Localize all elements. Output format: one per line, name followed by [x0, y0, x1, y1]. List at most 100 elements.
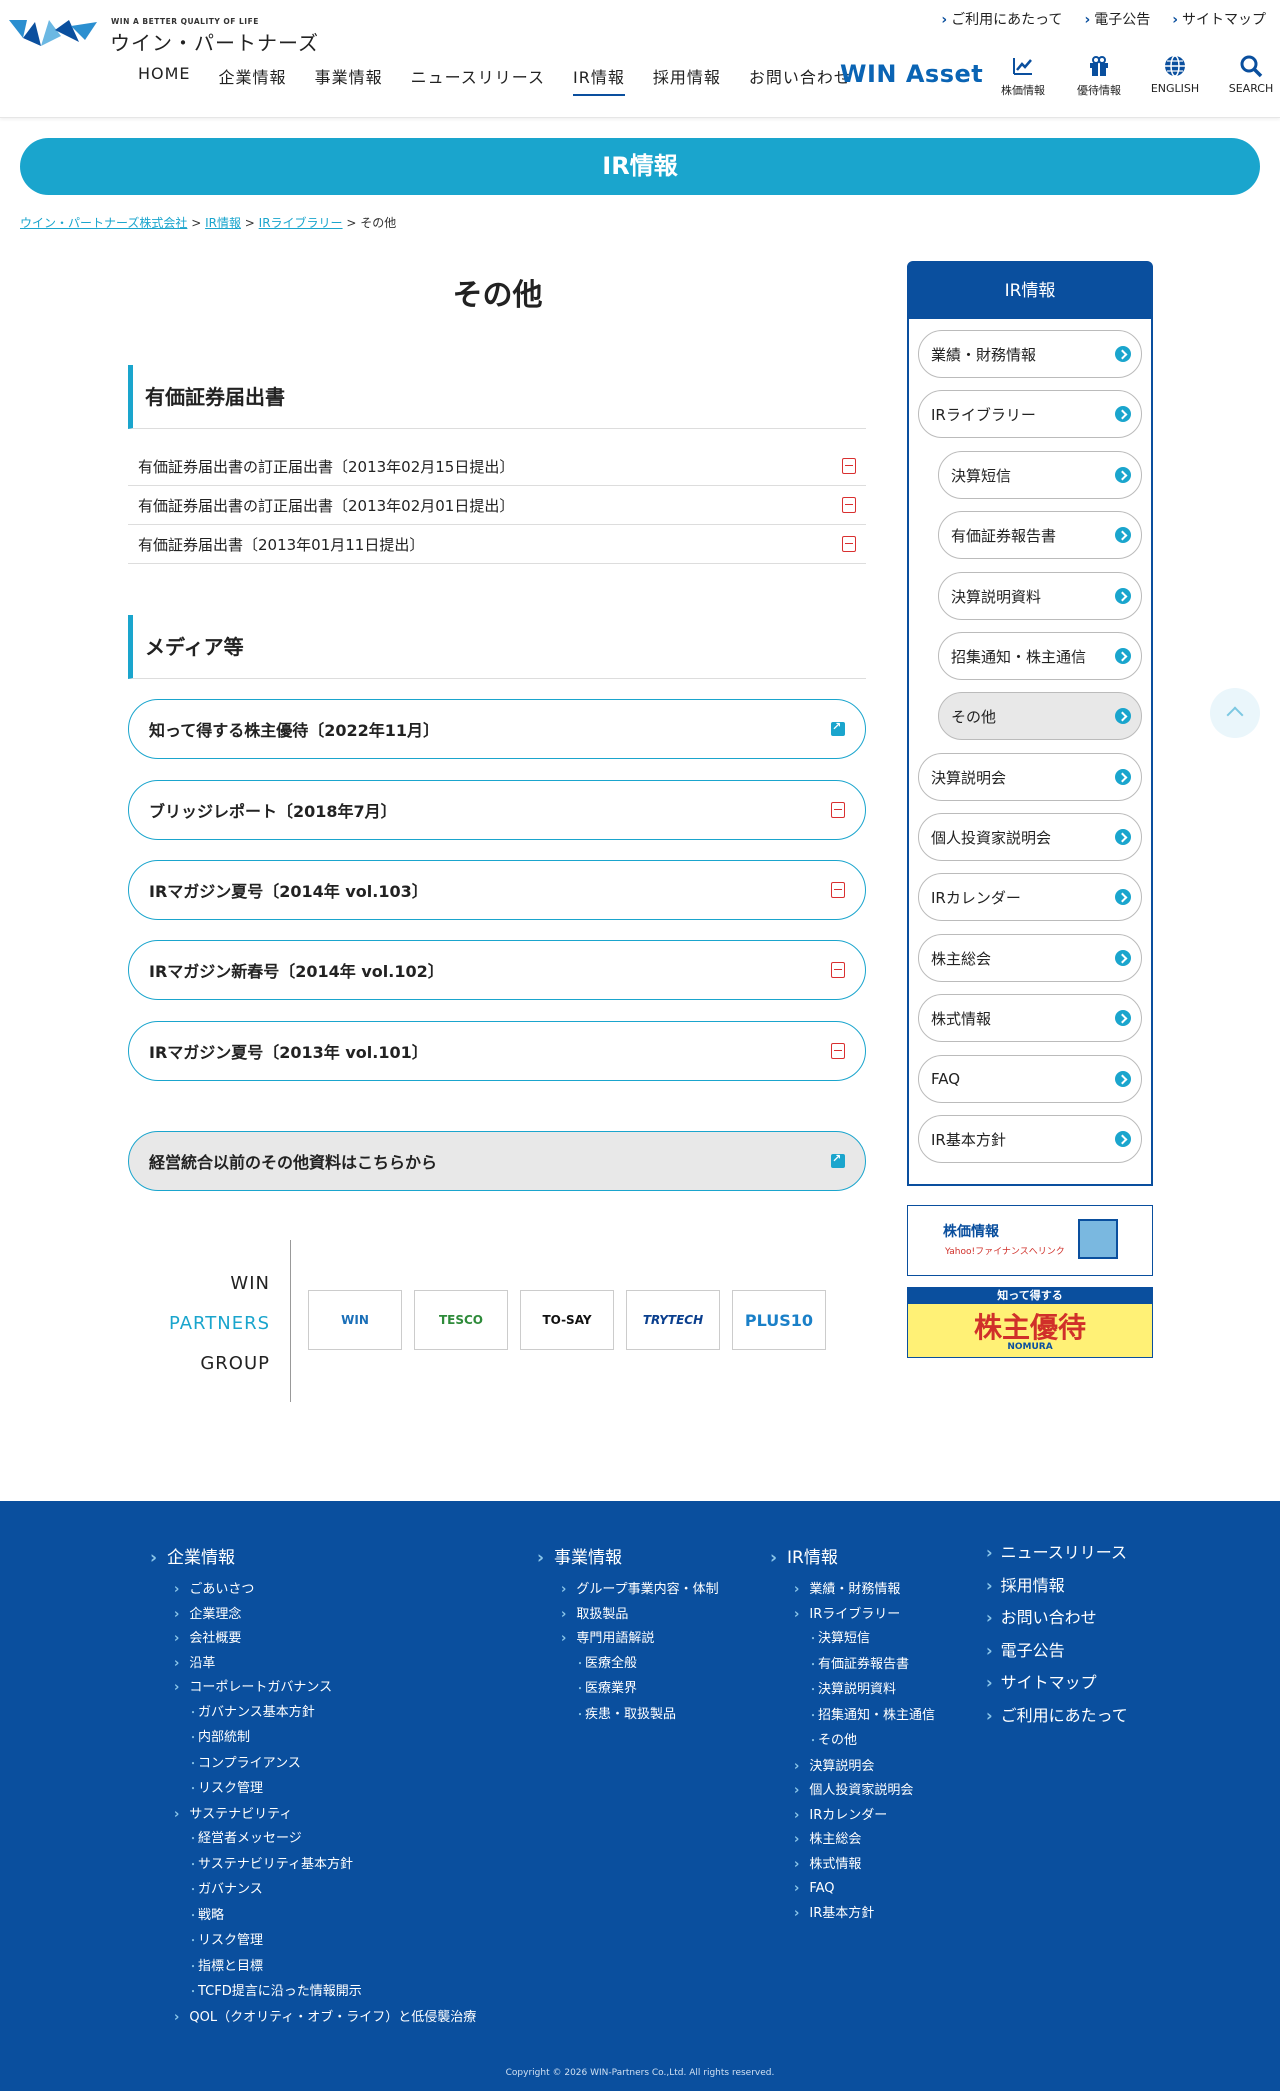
- archive-link[interactable]: 経営統合以前のその他資料はこちらから: [128, 1131, 866, 1191]
- footer-link[interactable]: 専門用語解説: [537, 1627, 719, 1652]
- footer-heading[interactable]: 事業情報: [537, 1543, 719, 1568]
- footer-link[interactable]: 沿革: [150, 1652, 476, 1677]
- sidebar-item-presentation[interactable]: 決算説明資料: [938, 572, 1142, 620]
- benefit-info-link[interactable]: 優待情報: [1061, 54, 1137, 98]
- footer-link[interactable]: 企業理念: [150, 1603, 476, 1628]
- footer-link[interactable]: 決算説明会: [770, 1755, 935, 1780]
- media-link-bridge[interactable]: ブリッジレポート〔2018年7月〕: [128, 780, 866, 840]
- footer-link[interactable]: 戦略: [150, 1904, 476, 1930]
- footer-link[interactable]: 医療全般: [537, 1652, 719, 1678]
- util-link-notice[interactable]: › 電子公告: [1084, 9, 1150, 29]
- nav-company[interactable]: 企業情報: [219, 64, 287, 96]
- breadcrumb-home[interactable]: ウイン・パートナーズ株式会社: [20, 216, 187, 230]
- util-link-sitemap[interactable]: › サイトマップ: [1172, 9, 1266, 29]
- footer-link[interactable]: 取扱製品: [537, 1603, 719, 1628]
- sidebar-item-performance[interactable]: 業績・財務情報: [918, 330, 1142, 378]
- media-link-irmag-101[interactable]: IRマガジン夏号〔2013年 vol.101〕: [128, 1021, 866, 1081]
- footer-link[interactable]: サイトマップ: [986, 1667, 1128, 1700]
- footer-link[interactable]: コーポレートガバナンス: [150, 1676, 476, 1701]
- footer-link[interactable]: 招集通知・株主通信: [770, 1704, 935, 1730]
- sidebar-item-agm[interactable]: 株主総会: [918, 934, 1142, 982]
- footer-link[interactable]: QOL（クオリティ・オブ・ライフ）と低侵襲治療: [150, 2006, 476, 2031]
- group-logo-tesco[interactable]: TESCO: [414, 1290, 508, 1350]
- arrow-right-icon: [1115, 406, 1131, 422]
- breadcrumb-ir[interactable]: IR情報: [205, 216, 241, 230]
- footer-link[interactable]: IR基本方針: [770, 1902, 935, 1927]
- footer-link[interactable]: 疾患・取扱製品: [537, 1703, 719, 1729]
- footer-link[interactable]: ガバナンス基本方針: [150, 1701, 476, 1727]
- nav-business[interactable]: 事業情報: [315, 64, 383, 96]
- company-logo-icon[interactable]: [9, 16, 97, 54]
- sidebar-item-tanshin[interactable]: 決算短信: [938, 451, 1142, 499]
- group-logo-trytech[interactable]: TRYTECH: [626, 1290, 720, 1350]
- footer-link[interactable]: 医療業界: [537, 1677, 719, 1703]
- doc-row[interactable]: 有価証券届出書〔2013年01月11日提出〕: [128, 525, 866, 564]
- group-logo-win[interactable]: WIN: [308, 1290, 402, 1350]
- footer-link[interactable]: ガバナンス: [150, 1878, 476, 1904]
- footer-link[interactable]: その他: [770, 1729, 935, 1755]
- footer-link[interactable]: IRライブラリー: [770, 1603, 935, 1628]
- back-to-top-button[interactable]: [1210, 688, 1260, 738]
- footer-link[interactable]: 会社概要: [150, 1627, 476, 1652]
- footer-link[interactable]: 個人投資家説明会: [770, 1779, 935, 1804]
- footer-link[interactable]: IRカレンダー: [770, 1804, 935, 1829]
- footer-link[interactable]: 業績・財務情報: [770, 1578, 935, 1603]
- footer-link[interactable]: 決算説明資料: [770, 1678, 935, 1704]
- media-link-irmag-102[interactable]: IRマガジン新春号〔2014年 vol.102〕: [128, 940, 866, 1000]
- footer-link[interactable]: リスク管理: [150, 1929, 476, 1955]
- footer-link[interactable]: リスク管理: [150, 1777, 476, 1803]
- media-link-irmag-103[interactable]: IRマガジン夏号〔2014年 vol.103〕: [128, 860, 866, 920]
- footer-heading[interactable]: 企業情報: [150, 1543, 476, 1568]
- sidebar-item-policy[interactable]: IR基本方針: [918, 1115, 1142, 1163]
- sidebar-item-briefing[interactable]: 決算説明会: [918, 753, 1142, 801]
- footer-link[interactable]: TCFD提言に沿った情報開示: [150, 1980, 476, 2006]
- nav-recruit[interactable]: 採用情報: [653, 64, 721, 96]
- sidebar-item-stock[interactable]: 株式情報: [918, 994, 1142, 1042]
- logo-company-name[interactable]: ウイン・パートナーズ: [110, 27, 319, 56]
- search-button[interactable]: SEARCH: [1213, 54, 1280, 98]
- yutai-banner[interactable]: 知って得する 株主優待 NOMURA: [907, 1287, 1153, 1358]
- footer-link[interactable]: 決算短信: [770, 1627, 935, 1653]
- sidebar-item-yuho[interactable]: 有価証券報告書: [938, 511, 1142, 559]
- footer-link[interactable]: ご利用にあたって: [986, 1700, 1128, 1733]
- nav-news[interactable]: ニュースリリース: [411, 64, 545, 96]
- sidebar-item-library[interactable]: IRライブラリー: [918, 390, 1142, 438]
- sidebar-item-investor-briefing[interactable]: 個人投資家説明会: [918, 813, 1142, 861]
- footer-link[interactable]: 内部統制: [150, 1726, 476, 1752]
- footer-link[interactable]: お問い合わせ: [986, 1602, 1128, 1635]
- sidebar-item-other[interactable]: その他: [938, 692, 1142, 740]
- footer-link[interactable]: 指標と目標: [150, 1955, 476, 1981]
- footer-link[interactable]: ニュースリリース: [986, 1537, 1128, 1570]
- footer-link[interactable]: サステナビリティ: [150, 1803, 476, 1828]
- footer-link[interactable]: 株主総会: [770, 1828, 935, 1853]
- nav-ir[interactable]: IR情報: [572, 64, 625, 96]
- footer-link[interactable]: サステナビリティ基本方針: [150, 1853, 476, 1879]
- breadcrumb-library[interactable]: IRライブラリー: [259, 216, 343, 230]
- nav-home[interactable]: HOME: [138, 64, 191, 96]
- group-logo-tosay[interactable]: TO-SAY: [520, 1290, 614, 1350]
- footer-link[interactable]: 有価証券報告書: [770, 1653, 935, 1679]
- footer-link[interactable]: 電子公告: [986, 1635, 1128, 1668]
- media-link-yutai[interactable]: 知って得する株主優待〔2022年11月〕: [128, 699, 866, 759]
- footer-link[interactable]: コンプライアンス: [150, 1752, 476, 1778]
- group-logo-plus10[interactable]: PLUS10: [732, 1290, 826, 1350]
- english-link[interactable]: ENGLISH: [1137, 54, 1213, 98]
- footer-link[interactable]: グループ事業内容・体制: [537, 1578, 718, 1603]
- win-asset-link[interactable]: WIN Asset: [840, 60, 983, 88]
- stock-price-link[interactable]: 株価情報: [985, 54, 1061, 98]
- footer-link[interactable]: ごあいさつ: [150, 1578, 476, 1603]
- footer-link[interactable]: 採用情報: [986, 1570, 1128, 1603]
- footer-link[interactable]: 株式情報: [770, 1853, 935, 1878]
- util-link-terms[interactable]: › ご利用にあたって: [941, 9, 1062, 29]
- stock-info-banner[interactable]: 株価情報 Yahoo!ファイナンスへリンク: [907, 1205, 1153, 1276]
- sidebar-item-faq[interactable]: FAQ: [918, 1055, 1142, 1103]
- footer-link[interactable]: FAQ: [770, 1877, 935, 1902]
- doc-row[interactable]: 有価証券届出書の訂正届出書〔2013年02月01日提出〕: [128, 486, 866, 525]
- footer-link[interactable]: 経営者メッセージ: [150, 1827, 476, 1853]
- doc-row[interactable]: 有価証券届出書の訂正届出書〔2013年02月15日提出〕: [128, 447, 866, 486]
- sidebar-item-calendar[interactable]: IRカレンダー: [918, 873, 1142, 921]
- sidebar-item-notice[interactable]: 招集通知・株主通信: [938, 632, 1142, 680]
- global-nav: HOME 企業情報 事業情報 ニュースリリース IR情報 採用情報 お問い合わせ: [138, 64, 879, 96]
- footer-heading[interactable]: IR情報: [770, 1543, 935, 1568]
- nav-contact[interactable]: お問い合わせ: [749, 64, 851, 96]
